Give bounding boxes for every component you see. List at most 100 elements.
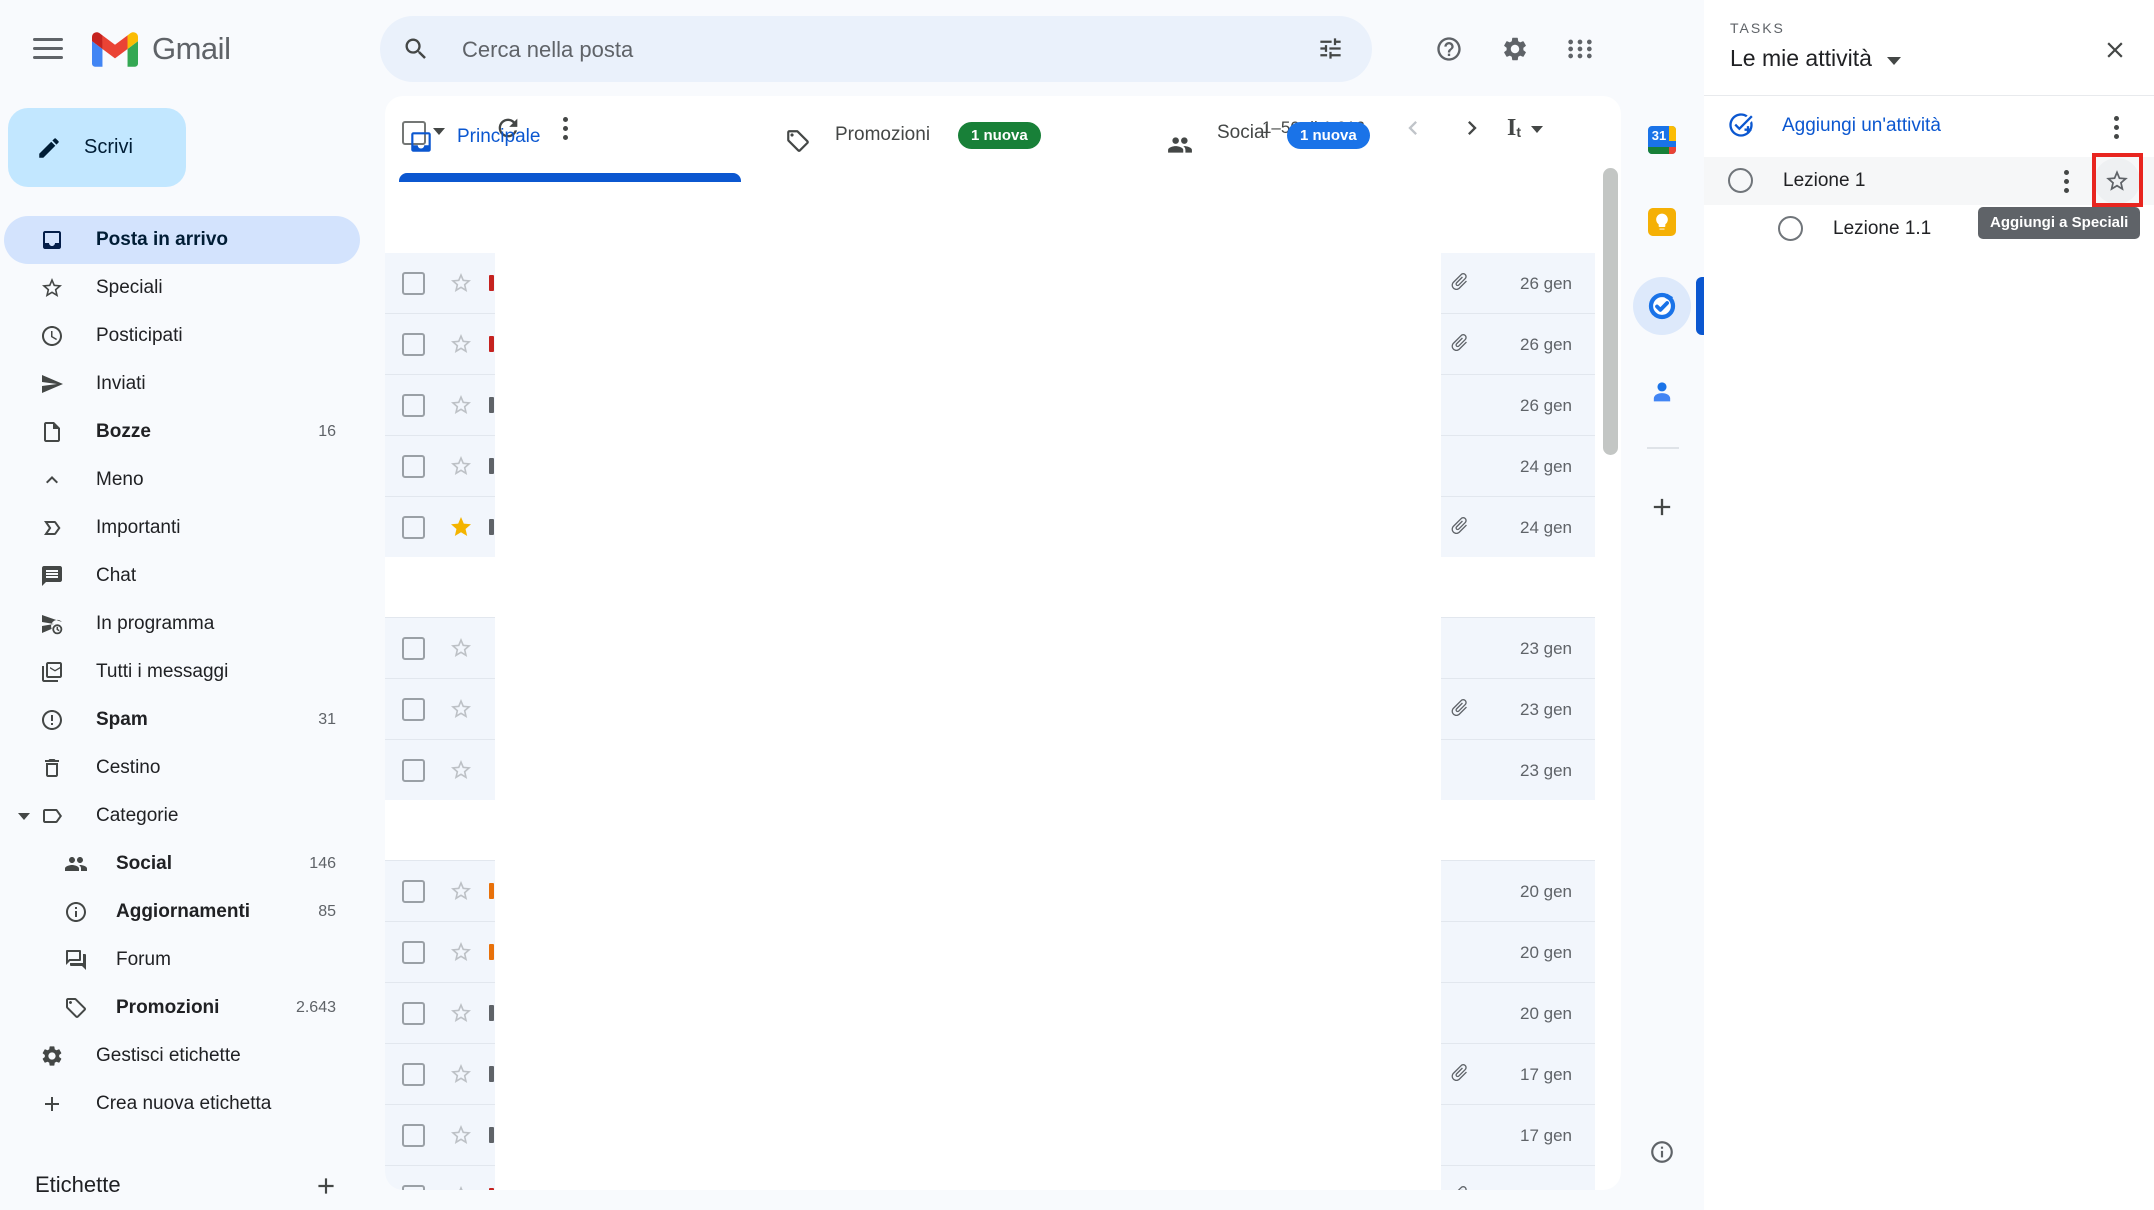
active-tab-indicator	[399, 173, 741, 182]
star-outline-icon[interactable]	[449, 1001, 473, 1025]
email-select-checkbox[interactable]	[402, 394, 425, 417]
search-input[interactable]	[460, 16, 1244, 84]
gmail-logo[interactable]: Gmail	[92, 31, 230, 67]
star-outline-icon[interactable]	[449, 454, 473, 478]
star-outline-icon[interactable]	[449, 758, 473, 782]
email-select-checkbox[interactable]	[402, 941, 425, 964]
input-tools-icon[interactable]: It	[1507, 115, 1543, 141]
email-row[interactable]: 26 gen	[385, 374, 1595, 435]
email-select-checkbox[interactable]	[402, 1185, 425, 1190]
search-bar[interactable]	[380, 16, 1372, 82]
email-row[interactable]: 23 gen	[385, 739, 1595, 800]
list-options-kebab-icon[interactable]	[2102, 113, 2130, 141]
email-select-checkbox[interactable]	[402, 333, 425, 356]
tab-social[interactable]: Social 1 nuova	[1097, 96, 1453, 187]
task-row-lezione-1[interactable]: Lezione 1	[1704, 157, 2154, 205]
star-outline-icon[interactable]	[449, 271, 473, 295]
redacted-content	[495, 1043, 1441, 1105]
sidebar-item-social[interactable]: Social146	[4, 840, 360, 888]
email-select-checkbox[interactable]	[402, 1124, 425, 1147]
chevron-down-icon[interactable]	[18, 813, 30, 820]
list-scrollbar-thumb[interactable]	[1603, 168, 1618, 455]
tab-label: Promozioni	[835, 124, 930, 146]
add-task-button[interactable]: Aggiungi un'attività	[1704, 96, 2154, 158]
star-outline-icon[interactable]	[449, 940, 473, 964]
create-label-plus-icon[interactable]	[313, 1173, 339, 1199]
sidebar-item-chat[interactable]: Chat	[4, 552, 360, 600]
annotation-red-box	[2092, 153, 2143, 207]
email-row[interactable]: 20 gen	[385, 921, 1595, 982]
search-options-icon[interactable]	[1317, 35, 1344, 62]
email-row[interactable]: 24 gen	[385, 435, 1595, 496]
tasks-icon[interactable]	[1647, 291, 1677, 326]
tab-principale[interactable]: Principale	[385, 96, 741, 187]
star-outline-icon[interactable]	[449, 636, 473, 660]
close-panel-icon[interactable]	[2093, 28, 2137, 72]
hamburger-menu-icon[interactable]	[33, 38, 63, 62]
sidebar-item-spam[interactable]: Spam31	[4, 696, 360, 744]
email-row[interactable]: 17 gen	[385, 1104, 1595, 1165]
email-select-checkbox[interactable]	[402, 516, 425, 539]
star-outline-icon[interactable]	[449, 1123, 473, 1147]
compose-button[interactable]: Scrivi	[8, 108, 186, 187]
info-icon[interactable]	[1649, 1139, 1675, 1165]
sidebar-item-meno[interactable]: Meno	[4, 456, 360, 504]
sidebar-item-crea-nuova-etichetta[interactable]: Crea nuova etichetta	[4, 1080, 360, 1128]
sidebar-item-importanti[interactable]: Importanti	[4, 504, 360, 552]
email-select-checkbox[interactable]	[402, 880, 425, 903]
email-row[interactable]: 20 gen	[385, 982, 1595, 1043]
sidebar-item-promozioni[interactable]: Promozioni2.643	[4, 984, 360, 1032]
email-row[interactable]: 23 gen	[385, 617, 1595, 678]
email-row[interactable]: 26 gen	[385, 253, 1595, 313]
email-select-checkbox[interactable]	[402, 272, 425, 295]
tab-promozioni[interactable]: Promozioni 1 nuova	[741, 96, 1097, 187]
star-outline-icon[interactable]	[449, 1184, 473, 1190]
settings-icon[interactable]	[1501, 35, 1529, 63]
email-select-checkbox[interactable]	[402, 455, 425, 478]
sidebar-item-posticipati[interactable]: Posticipati	[4, 312, 360, 360]
sidebar-item-inviati[interactable]: Inviati	[4, 360, 360, 408]
add-task-label: Aggiungi un'attività	[1782, 115, 1941, 137]
sidebar-item-categorie[interactable]: Categorie	[4, 792, 360, 840]
apps-grid-icon[interactable]	[1566, 35, 1594, 63]
email-select-checkbox[interactable]	[402, 637, 425, 660]
task-list-selector[interactable]: Le mie attività	[1730, 45, 1901, 72]
sidebar-item-forum[interactable]: Forum	[4, 936, 360, 984]
email-select-checkbox[interactable]	[402, 1063, 425, 1086]
search-icon[interactable]	[402, 35, 430, 63]
email-select-checkbox[interactable]	[402, 759, 425, 782]
star-outline-icon[interactable]	[449, 879, 473, 903]
task-options-kebab-icon[interactable]	[2052, 167, 2080, 195]
older-page-icon[interactable]	[1458, 114, 1486, 142]
sidebar-item-cestino[interactable]: Cestino	[4, 744, 360, 792]
sidebar-item-bozze[interactable]: Bozze16	[4, 408, 360, 456]
email-select-checkbox[interactable]	[402, 1002, 425, 1025]
keep-icon[interactable]	[1648, 208, 1676, 236]
sidebar-item-gestisci-etichette[interactable]: Gestisci etichette	[4, 1032, 360, 1080]
complete-task-circle[interactable]	[1778, 216, 1803, 241]
star-filled-icon[interactable]	[449, 515, 473, 539]
sidebar-item-aggiornamenti[interactable]: Aggiornamenti85	[4, 888, 360, 936]
help-icon[interactable]	[1435, 35, 1463, 63]
email-row[interactable]: 24 gen	[385, 496, 1595, 557]
sidebar-item-in-programma[interactable]: In programma	[4, 600, 360, 648]
star-outline-icon[interactable]	[449, 332, 473, 356]
email-row[interactable]: 23 gen	[385, 678, 1595, 739]
redacted-content	[495, 1165, 1441, 1190]
email-row[interactable]: 16 gen	[385, 1165, 1595, 1190]
sidebar-item-posta-in-arrivo[interactable]: Posta in arrivo	[4, 216, 360, 264]
email-row[interactable]: 20 gen	[385, 860, 1595, 921]
get-addons-plus-icon[interactable]	[1648, 493, 1676, 521]
email-row[interactable]: 17 gen	[385, 1043, 1595, 1104]
contacts-icon[interactable]	[1648, 378, 1676, 411]
complete-task-circle[interactable]	[1728, 168, 1753, 193]
sidebar-item-speciali[interactable]: Speciali	[4, 264, 360, 312]
tooltip: Aggiungi a Speciali	[1978, 207, 2140, 239]
email-select-checkbox[interactable]	[402, 698, 425, 721]
star-outline-icon[interactable]	[449, 1062, 473, 1086]
calendar-icon[interactable]: 31	[1648, 126, 1676, 154]
star-outline-icon[interactable]	[449, 697, 473, 721]
sidebar-item-tutti-i-messaggi[interactable]: Tutti i messaggi	[4, 648, 360, 696]
email-row[interactable]: 26 gen	[385, 313, 1595, 374]
star-outline-icon[interactable]	[449, 393, 473, 417]
